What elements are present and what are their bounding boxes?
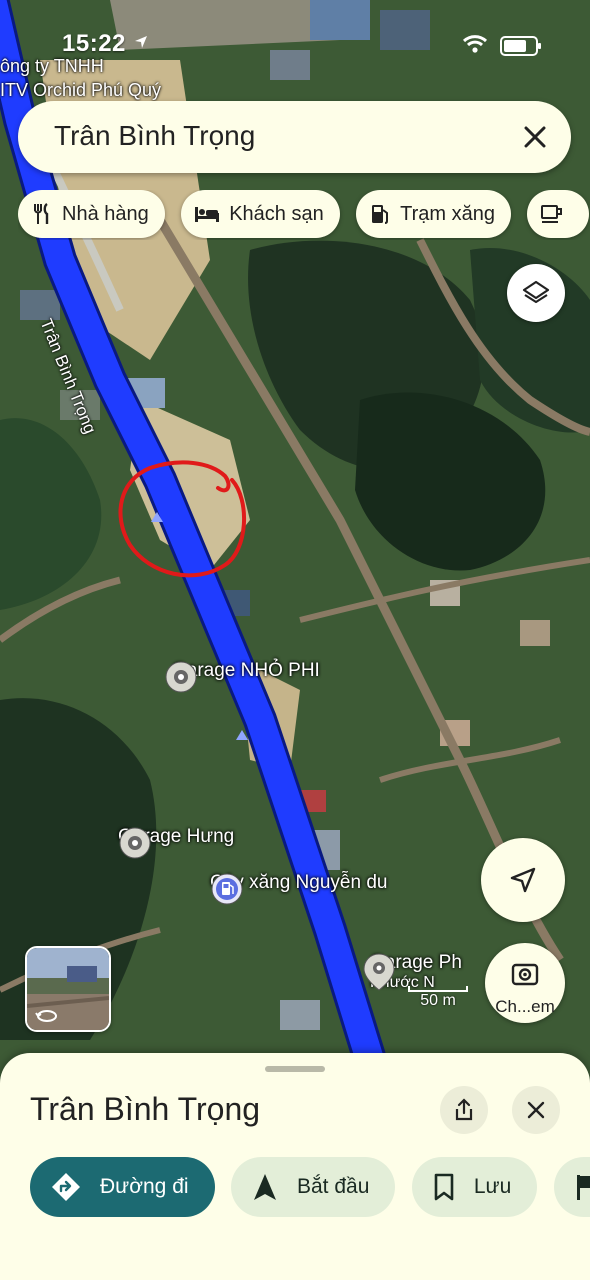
place-title: Trân Bình Trọng: [30, 1091, 261, 1127]
layers-button[interactable]: [507, 264, 565, 322]
search-bar[interactable]: Trân Bình Trọng: [18, 101, 571, 173]
poi-cay-xang[interactable]: Cây xăng Nguyễn du: [210, 872, 395, 905]
save-button[interactable]: Lưu: [411, 1157, 538, 1217]
close-icon[interactable]: [521, 123, 549, 151]
bookmark-icon: [434, 1173, 454, 1201]
gas-station-pin-icon: [211, 873, 243, 905]
rotate-360-icon: [35, 1010, 57, 1022]
start-navigation-icon: [254, 1174, 276, 1200]
battery-icon: [500, 36, 541, 56]
start-button[interactable]: Bắt đầu: [231, 1157, 396, 1217]
poi-pin-icon: [119, 827, 151, 859]
action-buttons: Đường đi Bắt đầu Lưu: [30, 1157, 590, 1219]
my-location-button[interactable]: [481, 838, 565, 922]
category-chips: Nhà hàng Khách sạn Trạm xăng: [18, 190, 590, 240]
wifi-icon: [462, 35, 488, 53]
restaurant-icon: [34, 203, 49, 224]
search-query[interactable]: Trân Bình Trọng: [54, 120, 255, 152]
poi-pin-icon: [363, 953, 395, 991]
scale-label: 50 m: [420, 992, 456, 1009]
close-sheet-button[interactable]: [512, 1086, 560, 1134]
lens-label: Ch...em: [495, 997, 555, 1016]
map-scale: 50 m: [408, 986, 468, 1010]
poi-garage-nho-phi[interactable]: Garage NHỎ PHI: [164, 660, 320, 693]
share-button[interactable]: [440, 1086, 488, 1134]
place-bottom-sheet[interactable]: Trân Bình Trọng Đường đi Bắt đầu Lưu: [0, 1053, 590, 1280]
hotel-icon: [195, 207, 220, 222]
drag-handle[interactable]: [265, 1066, 325, 1072]
chip-label: Nhà hàng: [62, 202, 149, 225]
share-icon: [455, 1098, 473, 1121]
status-bar: 15:22: [0, 28, 590, 62]
directions-icon: [52, 1173, 80, 1201]
close-icon: [527, 1101, 545, 1119]
chip-hotel[interactable]: Khách sạn: [181, 190, 340, 238]
action-label: Lưu: [473, 1175, 512, 1198]
layers-icon: [522, 280, 550, 304]
directions-button[interactable]: Đường đi: [30, 1157, 215, 1217]
navigation-arrow-icon: [510, 867, 536, 893]
cafe-icon: [541, 205, 563, 223]
flag-icon: [576, 1175, 590, 1200]
poi-garage-hung[interactable]: Garage Hưng: [118, 826, 242, 859]
chip-gas-station[interactable]: Trạm xăng: [356, 190, 512, 238]
location-arrow-icon: [135, 36, 147, 48]
chip-cafe[interactable]: [527, 190, 590, 238]
street-view-thumbnail[interactable]: [25, 946, 111, 1032]
map-label-company-line2: ITV Orchid Phú Quý: [0, 80, 162, 100]
flag-button[interactable]: [553, 1157, 590, 1217]
camera-icon: [511, 963, 539, 986]
chip-label: Trạm xăng: [400, 202, 496, 225]
chip-label: Khách sạn: [229, 202, 324, 225]
gas-station-icon: [372, 205, 389, 224]
poi-pin-icon: [165, 661, 197, 693]
lens-button[interactable]: Ch...em: [485, 943, 565, 1023]
action-label: Đường đi: [100, 1175, 189, 1198]
action-label: Bắt đầu: [297, 1175, 370, 1198]
status-time: 15:22: [62, 30, 126, 57]
chip-restaurant[interactable]: Nhà hàng: [18, 190, 165, 238]
